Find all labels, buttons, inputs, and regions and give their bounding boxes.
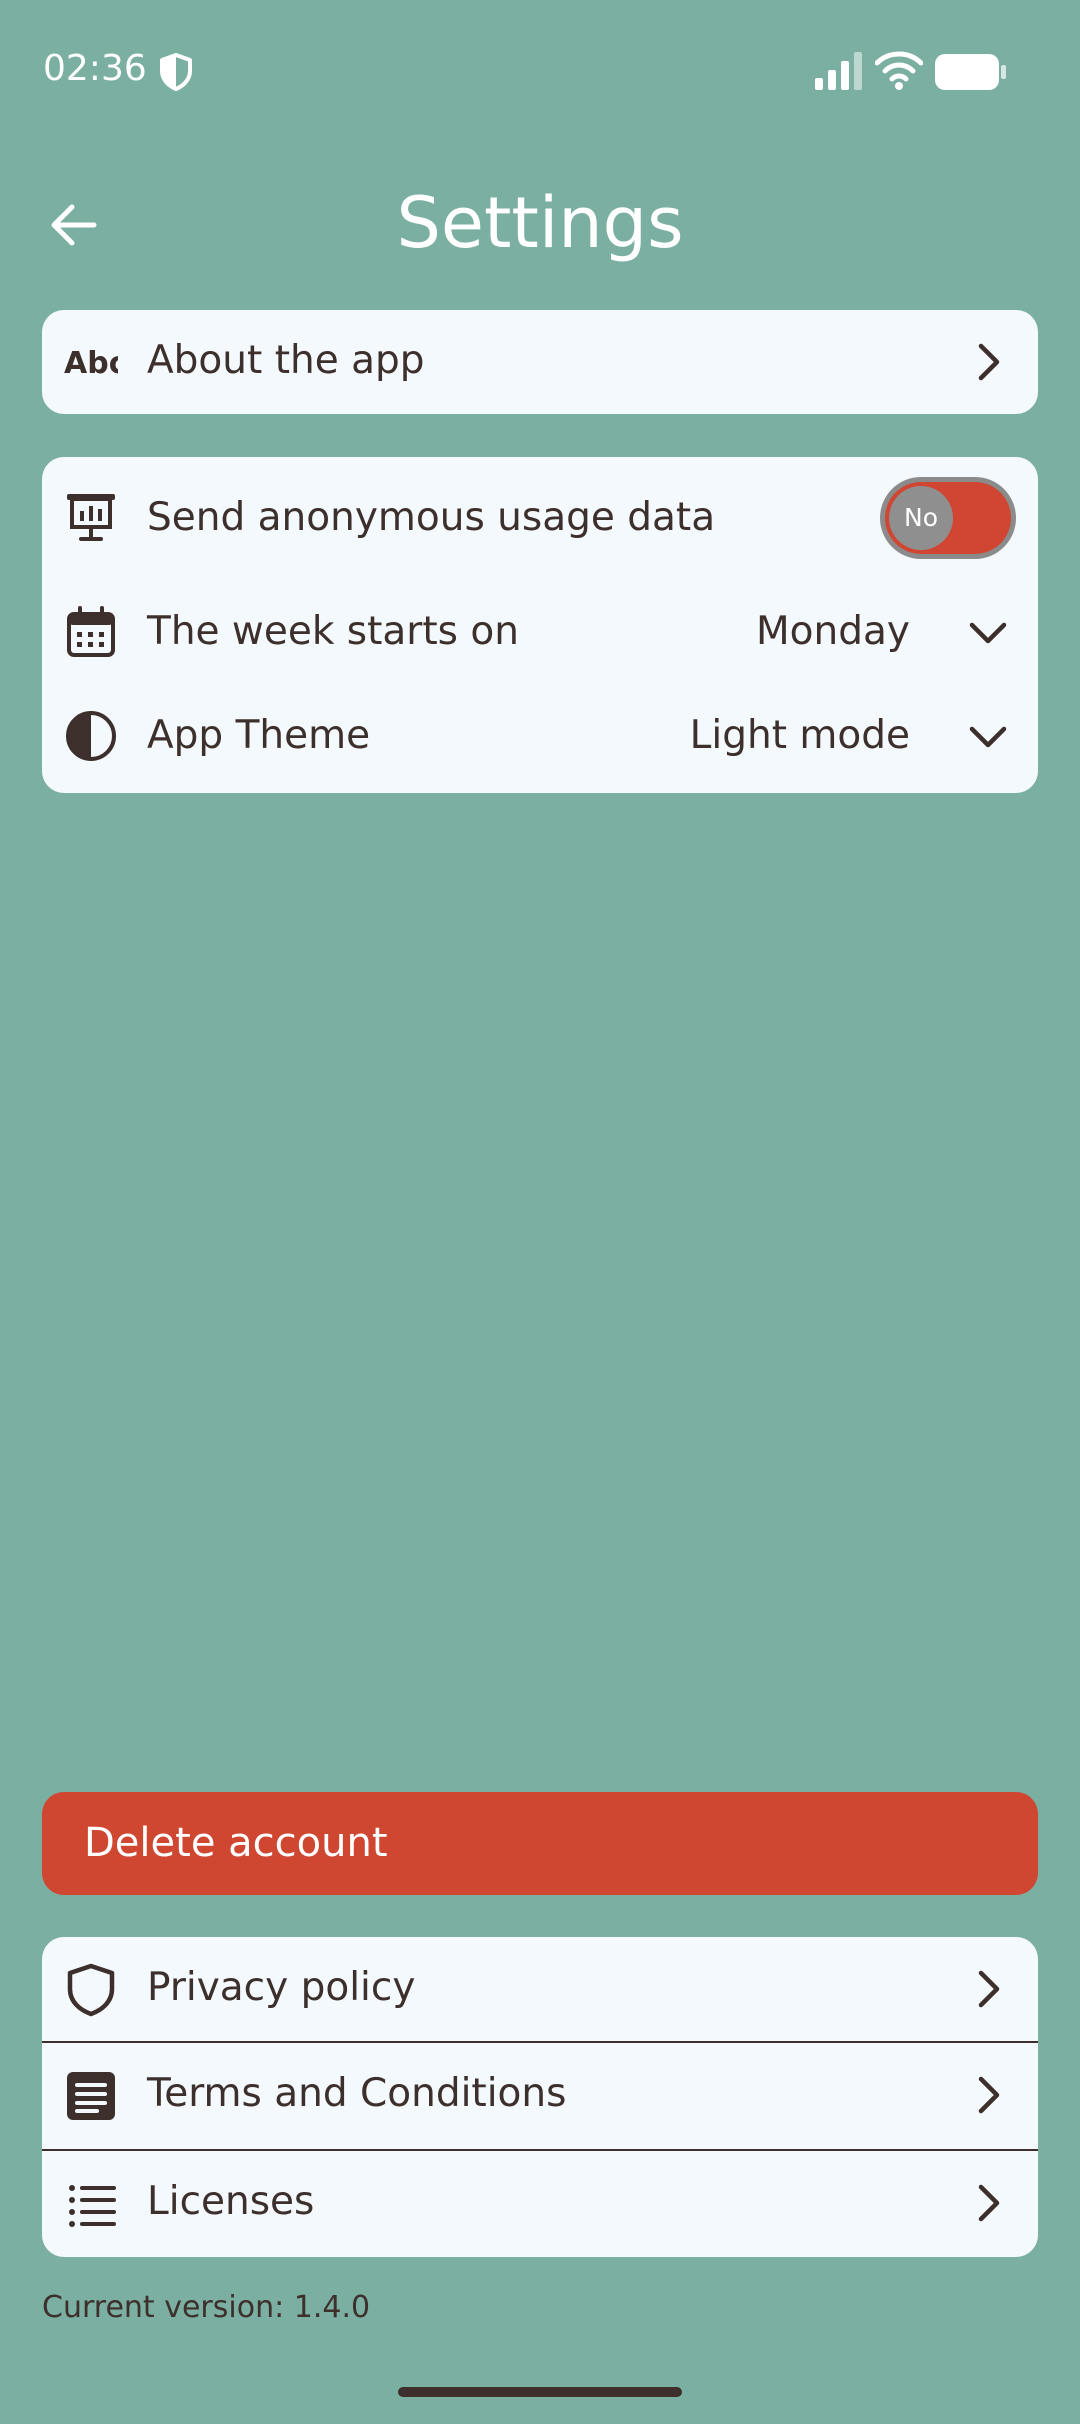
toggle-knob: No [889, 486, 953, 550]
chevron-right-icon [978, 1970, 1000, 2008]
week-start-label: The week starts on [147, 609, 519, 654]
shield-icon [160, 53, 192, 91]
chevron-right-icon [978, 2184, 1000, 2222]
presentation-chart-icon [67, 494, 115, 541]
shield-outline-icon [67, 1963, 115, 2017]
legal-card: Privacy policy Terms and Conditions Lice… [42, 1937, 1038, 2257]
privacy-policy-label: Privacy policy [147, 1965, 416, 2010]
theme-label: App Theme [147, 713, 371, 758]
theme-value[interactable]: Light mode [690, 713, 910, 758]
week-start-value[interactable]: Monday [756, 609, 910, 654]
signal-icon [815, 52, 862, 90]
status-time: 02:36 [43, 48, 147, 89]
version-text: Current version: 1.4.0 [42, 2290, 371, 2325]
document-lines-icon [67, 2072, 115, 2120]
chevron-down-icon[interactable] [966, 611, 1010, 655]
chevron-right-icon [978, 343, 1000, 381]
contrast-icon [66, 711, 116, 761]
about-app-label: About the app [147, 338, 425, 383]
delete-account-button[interactable]: Delete account [42, 1792, 1038, 1895]
preferences-card: Send anonymous usage data No The week st… [42, 457, 1038, 793]
home-indicator[interactable] [398, 2387, 682, 2397]
terms-row[interactable]: Terms and Conditions [42, 2043, 1038, 2149]
usage-data-toggle[interactable]: No [880, 477, 1016, 559]
week-start-row[interactable]: The week starts on Monday [42, 579, 1038, 687]
licenses-label: Licenses [147, 2179, 315, 2224]
page-title: Settings [396, 182, 684, 264]
licenses-row[interactable]: Licenses [42, 2151, 1038, 2257]
chevron-right-icon [978, 2076, 1000, 2114]
terms-label: Terms and Conditions [147, 2071, 567, 2116]
privacy-policy-row[interactable]: Privacy policy [42, 1937, 1038, 2043]
usage-data-label: Send anonymous usage data [147, 495, 716, 540]
battery-icon [935, 54, 1006, 90]
status-bar: 02:36 [0, 0, 1080, 140]
about-card[interactable]: Abc About the app [42, 310, 1038, 414]
usage-data-row: Send anonymous usage data No [42, 457, 1038, 579]
svg-text:Abc: Abc [64, 346, 118, 381]
toggle-track: No [885, 482, 1011, 554]
about-app-row[interactable]: Abc About the app [42, 310, 1038, 414]
list-icon [69, 2185, 116, 2227]
wifi-icon [875, 51, 923, 90]
abc-icon: Abc [64, 346, 118, 381]
settings-screen: 02:36 Settings Abc About the app Send an… [0, 0, 1080, 2424]
delete-account-label: Delete account [84, 1820, 388, 1866]
chevron-down-icon[interactable] [966, 715, 1010, 759]
calendar-icon [67, 606, 115, 657]
theme-row[interactable]: App Theme Light mode [42, 687, 1038, 793]
